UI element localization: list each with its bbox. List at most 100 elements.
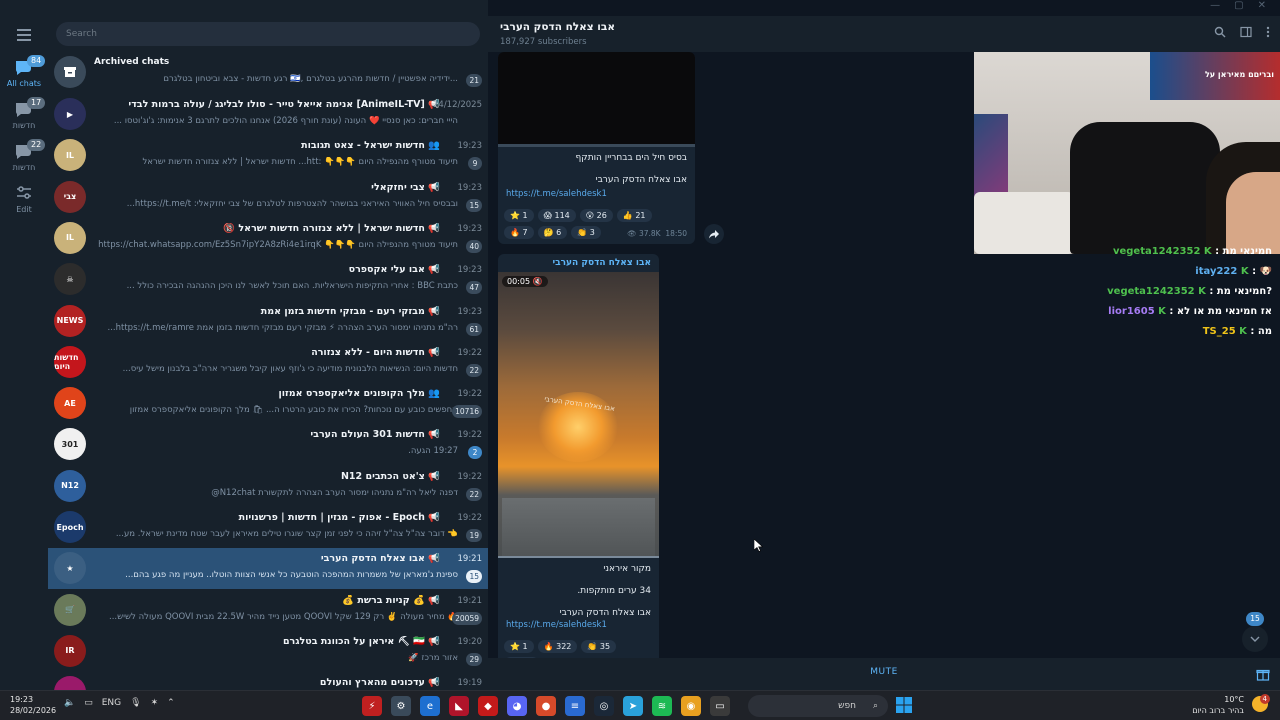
- file-explorer-icon[interactable]: ▭: [710, 696, 730, 716]
- reaction-chip[interactable]: 🔥 322: [537, 640, 578, 653]
- chat-time: 19:22: [457, 389, 483, 400]
- reaction-chip[interactable]: 😮 26: [579, 209, 613, 222]
- chat-time: 19:19: [457, 678, 483, 689]
- hamburger-icon: [14, 29, 34, 41]
- reaction-chip[interactable]: ⭐ 1: [504, 640, 534, 653]
- reaction-chip[interactable]: 👏 35: [581, 640, 617, 653]
- chat-time: 19:23: [457, 141, 483, 152]
- folder-edit[interactable]: Edit: [0, 184, 48, 214]
- stream-chat-line: אז חמינאי מת או לא : lior1605 K: [1108, 306, 1272, 317]
- chats-icon: 84: [13, 55, 46, 76]
- stream-chat-line: חמינאי מת : vegeta1242352 K: [1113, 246, 1272, 257]
- scroll-down-button[interactable]: [1242, 626, 1268, 652]
- windows-start-icon[interactable]: [895, 696, 913, 714]
- chat-avatar: 🛒: [54, 593, 86, 626]
- search-icon[interactable]: [1214, 26, 1226, 41]
- couch: [974, 192, 1074, 254]
- chat-row[interactable]: N12 📢 צ'אט הכתבים N12 19:22 דפנה ליאל רה"מ …: [48, 466, 488, 507]
- chevron-up-icon[interactable]: ⌃: [167, 698, 175, 708]
- chat-row[interactable]: 🛒 📢 💰 קניות ברשת 💰 19:21 🔥 מחיר מעולה ✌️ רק…: [48, 590, 488, 631]
- folder-news-2[interactable]: 22 חדשות: [0, 139, 48, 172]
- mute-button[interactable]: MUTE: [488, 667, 1280, 677]
- chat-row[interactable]: צבי 📢 צבי יחזקאלי 19:23 ובבסיס חיל האוויר ה…: [48, 177, 488, 218]
- windows-taskbar: 19:23 28/02/2026 🔈 ▭ ENG 🎙 ✶ ⌃ ⚡ ⚙ e ◣ ◆…: [0, 690, 1280, 720]
- app-icon[interactable]: ◣: [449, 696, 469, 716]
- weather-temp: 10°C: [1224, 695, 1244, 704]
- unread-count: 29: [466, 652, 482, 666]
- chat-preview: ובבסיס חיל האוויר האיראני בבושהר להצטרפו…: [126, 198, 458, 209]
- spotify-icon[interactable]: ≋: [652, 696, 672, 716]
- clock[interactable]: 19:23 28/02/2026: [10, 694, 56, 716]
- message-bubble[interactable]: אבו צאלח הדסק הערבי 00:05 🔇 אבו צאלח הדס…: [498, 254, 659, 658]
- microphone-icon[interactable]: 🎙: [130, 698, 141, 708]
- search-input[interactable]: Search: [56, 22, 480, 46]
- sidebar-toggle-icon[interactable]: [1240, 26, 1252, 41]
- message-bubble[interactable]: בסיס חיל הים בבחריין הותקף אבו צאלח הדסק…: [498, 52, 695, 244]
- video-player[interactable]: 00:05 🔇 אבו צאלח הדסק הערבי: [498, 272, 659, 558]
- forward-button[interactable]: [704, 224, 724, 244]
- chat-row[interactable]: ☠ 📢 אבו עלי אקספרס 19:23 כתבת BBC : אחרי הת…: [48, 259, 488, 300]
- chat-row[interactable]: ★ 📢 אבו צאלח הדסק הערבי 19:21 ספינת ג'מאראן…: [48, 548, 488, 590]
- reaction-chip[interactable]: 👍 21: [616, 209, 652, 222]
- chat-row[interactable]: AE 👥 מלך הקופונים אליאקספרס אמזון 19:22 מחפ…: [48, 383, 488, 424]
- close-icon[interactable]: ✕: [1258, 0, 1266, 16]
- muted-speaker-icon[interactable]: 🔇: [533, 277, 543, 286]
- folder-label: Edit: [16, 205, 32, 214]
- network-icon[interactable]: ▭: [84, 698, 93, 708]
- stream-chat-line: ?חמינאי מת : vegeta1242352 K: [1107, 286, 1272, 297]
- archived-chats-row[interactable]: Archived chats ...ידידיה אפשטיין / חדשות…: [48, 52, 488, 93]
- chat-row[interactable]: NEWS 📢 מבזקי רעם - מבזקי חדשות בזמן אמת 19…: [48, 301, 488, 342]
- message-link[interactable]: https://t.me/salehdesk1: [498, 620, 659, 630]
- tv-caption: ובריםם מאיראן על: [1204, 70, 1274, 79]
- unread-badge: 15: [1246, 612, 1264, 626]
- chat-row[interactable]: IR 📢 🇮🇷 ⛏ איראן על הכוונת בטלגרם 19:20 אזור…: [48, 631, 488, 672]
- steam-icon[interactable]: ◎: [594, 696, 614, 716]
- edge-icon[interactable]: e: [420, 696, 440, 716]
- chat-name: 📢 צ'אט הכתבים N12: [340, 470, 440, 482]
- weather-widget[interactable]: 10°C בהיר ברוב היום 4: [1192, 694, 1270, 716]
- chat-avatar: [54, 676, 86, 690]
- reaction-chip[interactable]: 🤔 6: [537, 226, 568, 239]
- webcam-overlay: ובריםם מאיראן על: [974, 52, 1280, 254]
- unread-count: 22: [466, 363, 482, 377]
- telegram-icon[interactable]: ➤: [623, 696, 643, 716]
- app-icon[interactable]: ⚡: [362, 696, 382, 716]
- reaction-chip[interactable]: 👏 3: [571, 226, 601, 239]
- folder-news-1[interactable]: 17 חדשות: [0, 97, 48, 130]
- reaction-chip[interactable]: 🔥 7: [504, 226, 534, 239]
- message-area[interactable]: בסיס חיל הים בבחריין הותקף אבו צאלח הדסק…: [488, 52, 974, 658]
- app-icon[interactable]: ◆: [478, 696, 498, 716]
- chat-row[interactable]: חדשות היום 📢 חדשות היום - ללא צנזורה 19:22…: [48, 342, 488, 383]
- chat-row[interactable]: ▶ 📢 [AnimeIL-TV] אנימה אייאל טייר - סולו …: [48, 94, 488, 135]
- unread-count: 2: [468, 446, 482, 460]
- chat-row[interactable]: 301 📢 חדשות 301 העולם הערבי 19:22 19:27 הגע…: [48, 424, 488, 465]
- message-link[interactable]: https://t.me/salehdesk1: [498, 189, 695, 199]
- settings-icon[interactable]: ⚙: [391, 696, 411, 716]
- chat-row[interactable]: Epoch 📢 Epoch - אפוק - מגזין | חדשות | פר…: [48, 507, 488, 548]
- message-line: 34 ערים מותקפות.: [577, 586, 651, 596]
- reaction-chip[interactable]: ⭐ 1: [504, 209, 534, 222]
- folder-all-chats[interactable]: 84 All chats: [0, 55, 48, 88]
- language-indicator[interactable]: ENG: [102, 698, 121, 708]
- discord-icon[interactable]: ◕: [507, 696, 527, 716]
- app-icon[interactable]: ●: [536, 696, 556, 716]
- video-thumbnail[interactable]: [498, 52, 695, 144]
- menu-button[interactable]: [0, 26, 48, 44]
- chat-name: 📢 Epoch - אפוק - מגזין | חדשות | פרשנויו…: [238, 512, 440, 523]
- maximize-icon[interactable]: ▢: [1234, 0, 1243, 16]
- more-options-icon[interactable]: [1266, 26, 1270, 41]
- reaction-chip[interactable]: 😱 114: [537, 209, 576, 222]
- volume-icon[interactable]: 🔈: [64, 698, 75, 708]
- taskbar-search[interactable]: חפש ⌕: [748, 695, 888, 717]
- notepad-icon[interactable]: ≡: [565, 696, 585, 716]
- chat-row[interactable]: IL 👥 חדשות ישראל - צאט תגובות 19:23 תיעוד מ…: [48, 135, 488, 176]
- chat-title: אבו צאלח הדסק הערבי: [500, 21, 615, 33]
- reactions: ⭐ 1🔥 322👏 35💔 15: [498, 636, 659, 658]
- chat-row[interactable]: IL 📢 חדשות ישראל | ללא צנזורה חדשות ישראל…: [48, 218, 488, 259]
- minimize-icon[interactable]: —: [1210, 0, 1220, 16]
- chat-header[interactable]: אבו צאלח הדסק הערבי 187,927 subscribers: [488, 16, 1280, 52]
- bluetooth-icon[interactable]: ✶: [151, 698, 159, 708]
- chrome-icon[interactable]: ◉: [681, 696, 701, 716]
- gift-icon[interactable]: [1256, 666, 1270, 685]
- chat-row[interactable]: 📢 עדכונים מהארץ והעולם 19:19: [48, 672, 488, 690]
